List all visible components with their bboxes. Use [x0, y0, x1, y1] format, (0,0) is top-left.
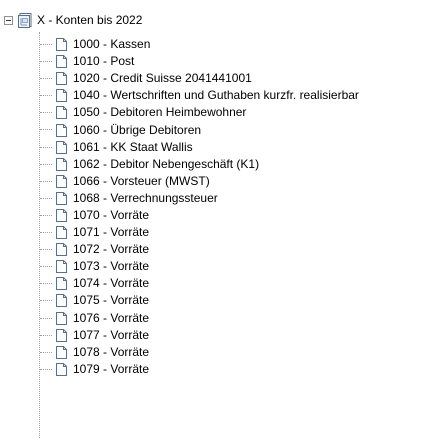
document-icon [55, 88, 68, 103]
tree-branch-line [40, 249, 52, 251]
tree-item-label: 1073 - Vorräte [73, 259, 150, 274]
tree-branch-line [40, 368, 52, 370]
tree-children: 1000 - Kassen 1010 - Post 1020 - Credit … [0, 36, 359, 378]
tree-root-node[interactable]: X - Konten bis 2022 [4, 10, 142, 30]
document-icon [55, 37, 68, 52]
tree-branch-line [40, 214, 52, 216]
tree-branch-line [40, 317, 52, 319]
collapse-toggle-icon[interactable] [4, 15, 13, 25]
tree-branch-line [40, 129, 52, 131]
tree-item-label: 1076 - Vorräte [73, 310, 150, 325]
document-icon [55, 174, 68, 189]
document-icon [55, 362, 68, 377]
database-folder-icon [17, 11, 35, 29]
tree-branch-line [40, 300, 52, 302]
document-icon [55, 345, 68, 360]
tree-branch-line [40, 334, 52, 336]
tree-item-label: 1074 - Vorräte [73, 276, 150, 291]
tree-item-7[interactable]: 1061 - KK Staat Wallis [0, 139, 359, 156]
document-icon [55, 105, 68, 120]
document-icon [55, 123, 68, 138]
tree-item-label: 1066 - Vorsteuer (MWST) [73, 173, 210, 188]
document-icon [55, 225, 68, 240]
tree-branch-line [40, 61, 52, 63]
document-icon [55, 328, 68, 343]
document-icon [55, 157, 68, 172]
tree-item-label: 1061 - KK Staat Wallis [73, 139, 193, 154]
document-icon [55, 71, 68, 86]
tree-branch-line [40, 44, 52, 45]
tree-branch-line [40, 95, 52, 97]
tree-item-label: 1062 - Debitor Nebengeschäft (K1) [73, 156, 260, 171]
tree-branch-line [40, 232, 52, 234]
document-icon [55, 293, 68, 308]
document-icon [55, 311, 68, 326]
tree-item-label: 1010 - Post [73, 54, 135, 69]
tree-item-19[interactable]: 1078 - Vorräte [0, 344, 359, 361]
tree-item-label: 1071 - Vorräte [73, 225, 150, 240]
tree-item-20[interactable]: 1079 - Vorräte [0, 361, 359, 378]
tree-item-label: 1072 - Vorräte [73, 242, 150, 257]
tree-item-label: 1070 - Vorräte [73, 207, 150, 222]
document-icon [55, 54, 68, 69]
tree-item-4[interactable]: 1040 - Wertschriften und Guthaben kurzfr… [0, 87, 359, 104]
tree-branch-line [40, 112, 52, 114]
tree-item-label: 1077 - Vorräte [73, 327, 150, 342]
tree-item-label: 1075 - Vorräte [73, 293, 150, 308]
tree-item-label: 1060 - Übrige Debitoren [73, 122, 202, 137]
tree-item-label: 1000 - Kassen [73, 37, 151, 52]
account-tree: X - Konten bis 2022 1000 - Kassen 1010 -… [0, 0, 422, 441]
tree-item-15[interactable]: 1074 - Vorräte [0, 275, 359, 292]
tree-item-1[interactable]: 1000 - Kassen [0, 36, 359, 53]
tree-item-label: 1068 - Verrechnungssteuer [73, 190, 218, 205]
tree-item-14[interactable]: 1073 - Vorräte [0, 258, 359, 275]
tree-branch-line [40, 197, 52, 199]
tree-branch-line [40, 266, 52, 268]
tree-item-9[interactable]: 1066 - Vorsteuer (MWST) [0, 173, 359, 190]
tree-item-label: 1040 - Wertschriften und Guthaben kurzfr… [73, 88, 359, 103]
document-icon [55, 208, 68, 223]
tree-item-13[interactable]: 1072 - Vorräte [0, 241, 359, 258]
tree-branch-line [40, 78, 52, 80]
tree-item-11[interactable]: 1070 - Vorräte [0, 207, 359, 224]
tree-item-label: 1078 - Vorräte [73, 344, 150, 359]
document-icon [55, 259, 68, 274]
tree-item-8[interactable]: 1062 - Debitor Nebengeschäft (K1) [0, 156, 359, 173]
tree-item-label: 1079 - Vorräte [73, 361, 150, 376]
tree-item-6[interactable]: 1060 - Übrige Debitoren [0, 121, 359, 138]
tree-item-2[interactable]: 1010 - Post [0, 53, 359, 70]
tree-item-3[interactable]: 1020 - Credit Suisse 2041441001 [0, 70, 359, 87]
document-icon [55, 140, 68, 155]
tree-item-10[interactable]: 1068 - Verrechnungssteuer [0, 190, 359, 207]
tree-branch-line [40, 283, 52, 285]
tree-item-5[interactable]: 1050 - Debitoren Heimbewohner [0, 104, 359, 121]
document-icon [55, 276, 68, 291]
tree-branch-line [40, 180, 52, 182]
tree-item-label: 1020 - Credit Suisse 2041441001 [73, 71, 252, 86]
tree-item-12[interactable]: 1071 - Vorräte [0, 224, 359, 241]
document-icon [55, 242, 68, 257]
tree-branch-line [40, 163, 52, 165]
tree-item-18[interactable]: 1077 - Vorräte [0, 327, 359, 344]
tree-branch-line [40, 146, 52, 148]
tree-branch-line [40, 351, 52, 353]
tree-item-label: 1050 - Debitoren Heimbewohner [73, 105, 247, 120]
document-icon [55, 191, 68, 206]
tree-root-label: X - Konten bis 2022 [37, 13, 143, 27]
tree-item-17[interactable]: 1076 - Vorräte [0, 310, 359, 327]
tree-item-16[interactable]: 1075 - Vorräte [0, 292, 359, 309]
